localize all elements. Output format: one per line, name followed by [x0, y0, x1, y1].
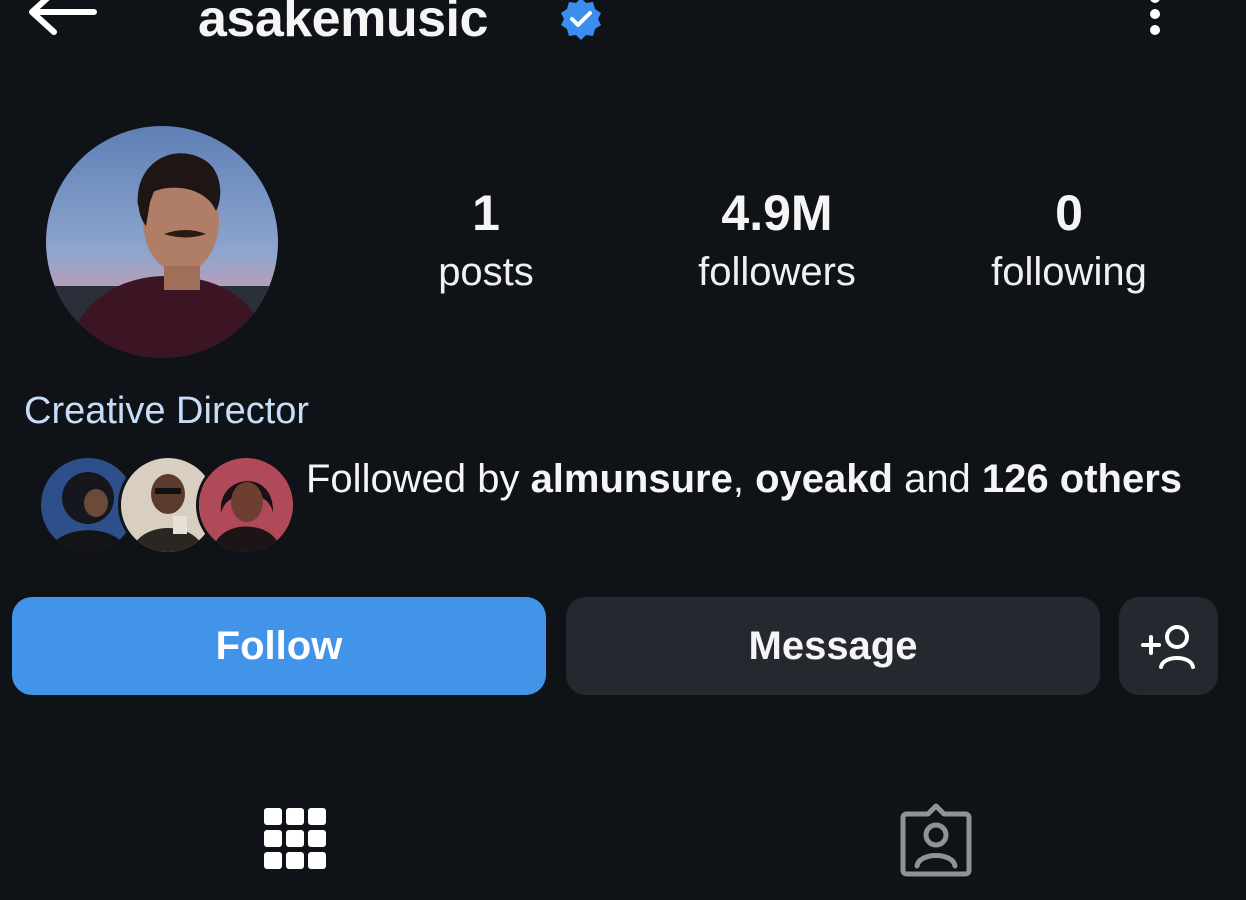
arrow-left-icon[interactable] [24, 0, 100, 50]
stat-following-count: 0 [1055, 185, 1083, 241]
grid-icon [264, 808, 326, 869]
stat-posts-count: 1 [472, 185, 500, 241]
mutual-username[interactable]: oyeakd [755, 457, 893, 501]
followed-by-prefix: Followed by [306, 457, 531, 501]
mutual-follower-avatars[interactable] [38, 455, 296, 555]
add-person-icon [1140, 625, 1195, 669]
verified-badge-icon [561, 0, 601, 40]
profile-username: asakemusic [198, 0, 488, 48]
stat-followers-count: 4.9M [721, 185, 833, 241]
stat-following-label: following [991, 250, 1147, 294]
mutual-avatar [196, 455, 296, 555]
tab-tagged[interactable] [891, 800, 981, 890]
avatar[interactable] [46, 126, 278, 358]
message-button[interactable]: Message [566, 597, 1100, 695]
stat-followers-label: followers [698, 250, 856, 294]
tab-grid[interactable] [250, 800, 340, 890]
mutual-username[interactable]: almunsure [531, 457, 733, 501]
follow-button[interactable]: Follow [12, 597, 546, 695]
profile-bio: Creative Director [24, 390, 310, 432]
followed-by-separator: , [732, 457, 756, 501]
followed-by-conjunction: and [892, 457, 982, 501]
tagged-user-icon [900, 803, 972, 877]
mutual-others-count[interactable]: 126 others [982, 457, 1182, 501]
stat-followers[interactable]: 4.9M followers [652, 182, 902, 300]
stat-following[interactable]: 0 following [944, 182, 1194, 300]
top-bar: asakemusic [0, 0, 1246, 60]
followed-by-text[interactable]: Followed by almunsure, oyeakd and 126 ot… [306, 454, 1186, 505]
more-vertical-icon[interactable] [1132, 0, 1178, 50]
stat-posts-label: posts [438, 250, 534, 294]
stat-posts[interactable]: 1 posts [361, 182, 611, 300]
add-user-button[interactable] [1119, 597, 1218, 695]
profile-photo [46, 126, 278, 358]
